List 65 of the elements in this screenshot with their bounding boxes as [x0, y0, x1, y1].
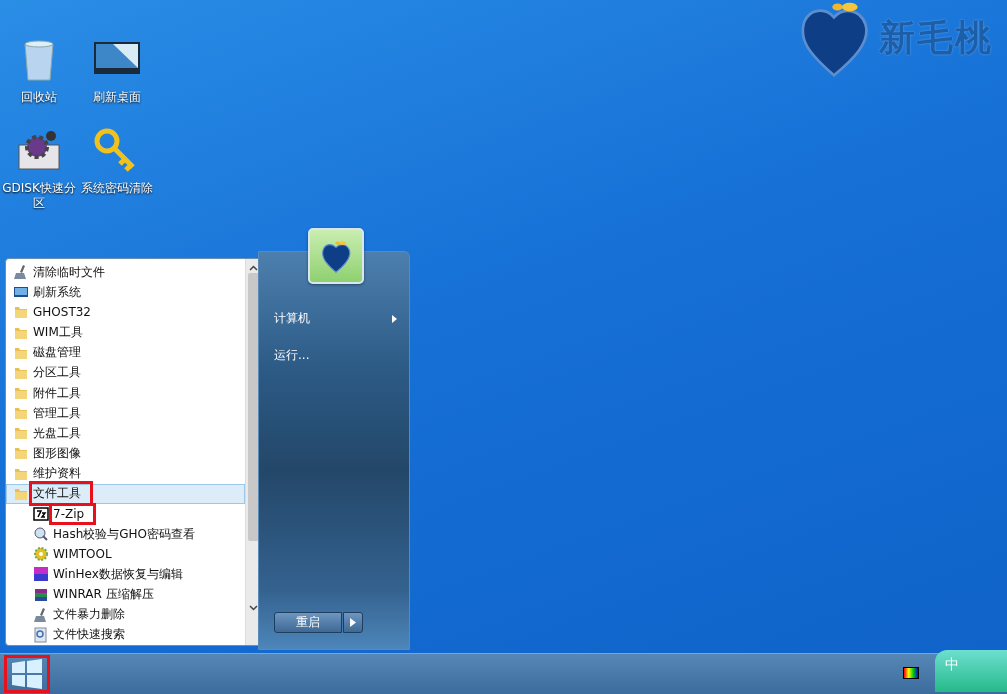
folder-icon: [13, 304, 29, 321]
program-item[interactable]: 清除临时文件: [6, 262, 245, 283]
program-label: 清除临时文件: [33, 263, 106, 281]
program-label: WIMTOOL: [53, 547, 113, 562]
program-item[interactable]: 图形图像: [6, 443, 245, 464]
desktop-icon-label[interactable]: GDISK快速分区: [0, 181, 78, 211]
program-label: 刷新系统: [33, 283, 82, 301]
power-options-button[interactable]: [343, 612, 363, 633]
program-item[interactable]: Hash校验与GHO密码查看: [6, 524, 245, 545]
search-icon: [33, 626, 49, 643]
menu-entry[interactable]: 计算机: [274, 300, 409, 337]
program-item[interactable]: GHOST32: [6, 302, 245, 323]
program-item[interactable]: WinHex数据恢复与编辑: [6, 564, 245, 585]
desktop-icon-label[interactable]: 刷新桌面: [78, 90, 156, 105]
program-item[interactable]: WIMTOOL: [6, 544, 245, 565]
program-label: 文件快速搜索: [53, 626, 126, 644]
broom-icon: [13, 264, 29, 281]
program-item[interactable]: 管理工具: [6, 403, 245, 424]
folder-icon: [13, 405, 29, 422]
program-item[interactable]: 刷新系统: [6, 282, 245, 303]
program-item[interactable]: 分区工具: [6, 362, 245, 383]
hex-icon: [33, 566, 49, 583]
scrollbar-thumb[interactable]: [248, 273, 259, 541]
program-item[interactable]: 文件快速搜索: [6, 624, 245, 645]
magnifier-icon: [33, 526, 49, 543]
program-label: WIM工具: [33, 324, 84, 342]
gear-icon: [33, 546, 49, 563]
program-item[interactable]: 附件工具: [6, 382, 245, 404]
program-item[interactable]: 光盘工具: [6, 423, 245, 444]
start-button[interactable]: [4, 655, 50, 693]
scroll-up-icon[interactable]: [249, 265, 258, 271]
program-label: 图形图像: [33, 445, 82, 462]
broom-icon: [33, 606, 49, 623]
archive-icon: [33, 505, 49, 522]
program-label: 维护资料: [33, 465, 82, 483]
program-item[interactable]: WIM工具: [6, 322, 245, 343]
peach-logo-icon: [799, 0, 869, 77]
program-item[interactable]: 磁盘管理: [6, 342, 245, 363]
folder-icon: [13, 425, 29, 442]
program-label: WINRAR 压缩解压: [53, 586, 155, 604]
program-item[interactable]: 文件暴力删除: [6, 604, 245, 625]
menu-entry[interactable]: 运行...: [274, 337, 409, 374]
program-label: 文件暴力删除: [53, 606, 126, 624]
books-icon: [33, 586, 49, 603]
color-display-icon[interactable]: [903, 667, 919, 681]
peach-logo-icon: [321, 239, 351, 273]
program-label: 光盘工具: [33, 424, 82, 442]
program-label: 附件工具: [33, 384, 82, 402]
program-label: 磁盘管理: [33, 344, 82, 362]
desktop-icon-label[interactable]: 回收站: [0, 90, 78, 105]
program-item[interactable]: 文件工具: [6, 483, 245, 504]
restart-button[interactable]: 重启: [274, 612, 342, 633]
triangle-arrow-icon: [350, 618, 356, 627]
program-item[interactable]: WINRAR 压缩解压: [6, 584, 245, 605]
program-item[interactable]: 7-Zip: [6, 503, 245, 525]
program-label: 分区工具: [33, 364, 82, 382]
program-label: WinHex数据恢复与编辑: [53, 565, 184, 583]
scroll-down-icon[interactable]: [249, 605, 258, 611]
program-label: Hash校验与GHO密码查看: [53, 525, 196, 543]
folder-icon: [13, 385, 29, 401]
desktop-icon-label[interactable]: 系统密码清除: [78, 181, 156, 196]
program-item[interactable]: 维护资料: [6, 463, 245, 484]
program-label: 管理工具: [33, 404, 82, 422]
program-label: GHOST32: [33, 305, 92, 320]
folder-icon: [13, 445, 29, 462]
